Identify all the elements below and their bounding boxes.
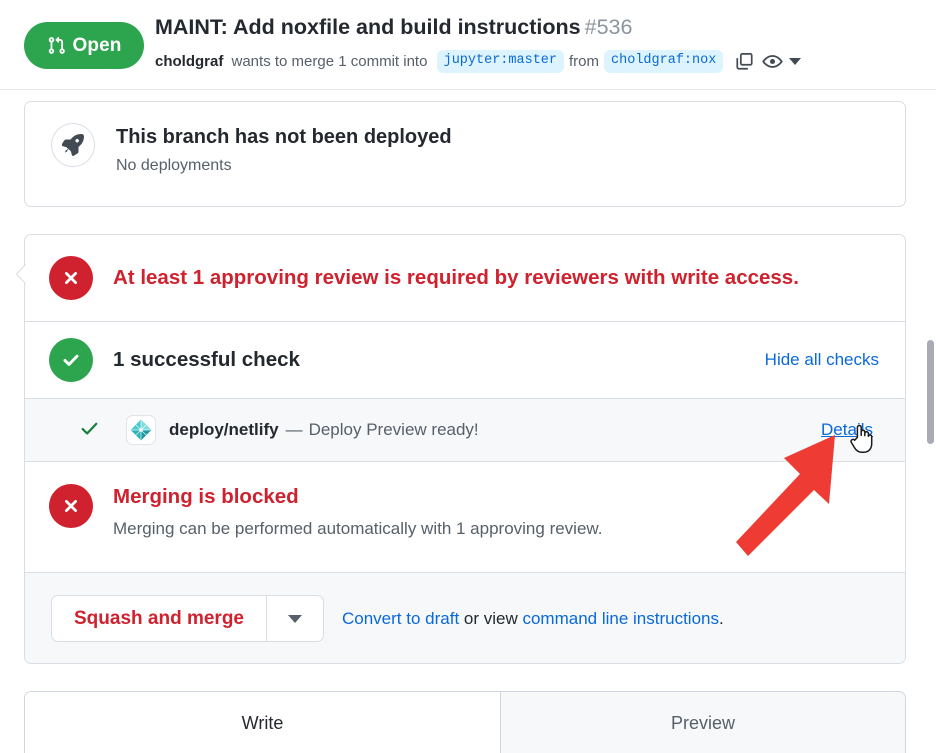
deployment-card: This branch has not been deployed No dep…	[24, 101, 906, 207]
merging-blocked-title: Merging is blocked	[113, 485, 299, 508]
deployment-text: This branch has not been deployed No dep…	[116, 123, 452, 177]
period-text: .	[719, 608, 724, 628]
check-details-link[interactable]: Details	[821, 420, 873, 440]
merge-note: Convert to draft or view command line in…	[342, 609, 724, 629]
git-pull-request-icon	[47, 36, 66, 55]
deployment-title: This branch has not been deployed	[116, 126, 452, 148]
merge-text-1: wants to merge 1 commit into	[227, 52, 432, 70]
x-circle-icon	[49, 484, 93, 528]
pr-state-label: Open	[72, 34, 122, 56]
merging-blocked-text: Merging is blocked Merging can be perfor…	[113, 484, 602, 540]
or-view-text: or view	[459, 608, 523, 628]
command-line-instructions-link[interactable]: command line instructions	[522, 609, 719, 628]
check-description: Deploy Preview ready!	[308, 420, 479, 439]
page-scrollbar-thumb[interactable]	[927, 340, 934, 444]
merging-blocked-subtitle: Merging can be performed automatically w…	[113, 518, 603, 538]
pr-subline: choldgraf wants to merge 1 commit into j…	[155, 49, 926, 74]
review-required-text: At least 1 approving review is required …	[113, 266, 799, 290]
base-branch-chip[interactable]: jupyter:master	[436, 49, 565, 74]
pull-request-page: Open MAINT: Add noxfile and build instru…	[0, 0, 936, 753]
chevron-down-icon[interactable]	[789, 57, 802, 65]
deployment-subtitle: No deployments	[116, 157, 232, 174]
merge-actions-row: Squash and merge Convert to draft or vie…	[25, 572, 905, 663]
check-circle-icon	[49, 338, 93, 382]
netlify-logo	[126, 415, 156, 445]
merge-method-dropdown-button[interactable]	[266, 595, 324, 642]
pr-header: Open MAINT: Add noxfile and build instru…	[0, 0, 936, 90]
rocket-icon	[51, 123, 95, 167]
check-separator: —	[285, 420, 303, 439]
merge-box-notch	[15, 264, 26, 284]
squash-and-merge-button[interactable]: Squash and merge	[51, 595, 266, 642]
pr-author-link[interactable]: choldgraf	[155, 51, 223, 73]
check-item-row: deploy/netlify — Deploy Preview ready! D…	[25, 399, 905, 461]
head-branch-chip[interactable]: choldgraf:nox	[604, 49, 724, 74]
merging-blocked-row: Merging is blocked Merging can be perfor…	[25, 462, 905, 572]
tab-preview[interactable]: Preview	[501, 692, 905, 753]
merge-status-card: At least 1 approving review is required …	[24, 234, 906, 664]
header-divider	[0, 89, 936, 90]
eye-icon[interactable]	[761, 50, 784, 73]
convert-to-draft-link[interactable]: Convert to draft	[342, 609, 459, 628]
pr-title-block: MAINT: Add noxfile and build instruction…	[155, 14, 926, 74]
hide-all-checks-link[interactable]: Hide all checks	[765, 350, 879, 370]
checks-summary-row: 1 successful check Hide all checks	[25, 322, 905, 398]
checks-summary-label: 1 successful check	[113, 348, 300, 371]
copy-icon[interactable]	[734, 51, 755, 72]
merge-button-group: Squash and merge	[51, 595, 324, 642]
chevron-down-icon	[288, 614, 302, 623]
check-name[interactable]: deploy/netlify	[169, 420, 279, 440]
page-title: MAINT: Add noxfile and build instruction…	[155, 15, 581, 39]
tab-write[interactable]: Write	[25, 692, 501, 753]
comment-editor-tabs: Write Preview	[24, 691, 906, 753]
merge-text-2: from	[569, 52, 600, 70]
pr-number: #536	[584, 15, 633, 39]
pr-state-badge[interactable]: Open	[24, 22, 144, 69]
x-circle-icon	[49, 256, 93, 300]
review-required-row: At least 1 approving review is required …	[25, 235, 905, 321]
deployment-row: This branch has not been deployed No dep…	[25, 102, 905, 177]
check-icon	[79, 418, 100, 443]
